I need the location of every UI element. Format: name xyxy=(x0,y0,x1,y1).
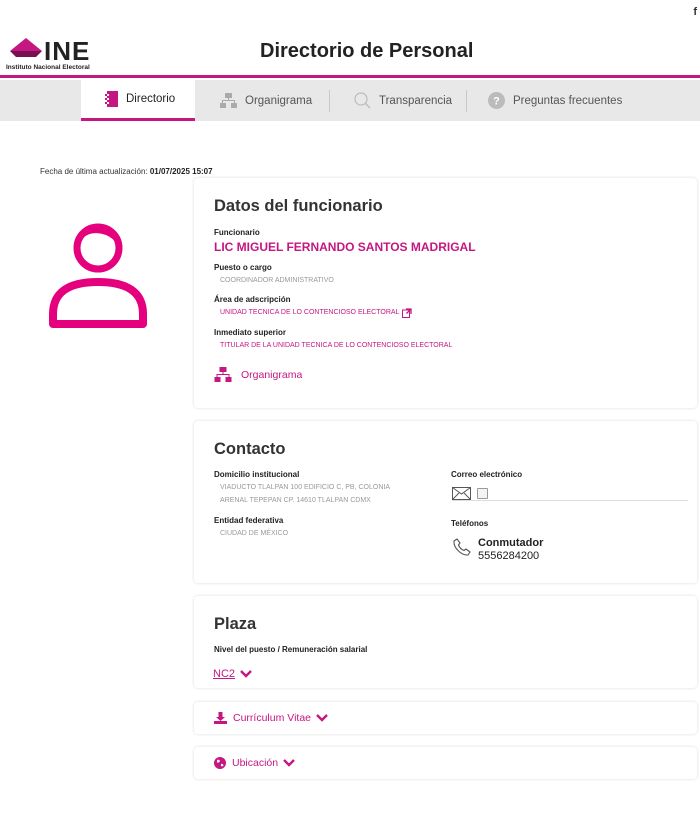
funcionario-label: Funcionario xyxy=(214,228,260,237)
curriculum-card: Currículum Vitae xyxy=(194,702,697,734)
entidad-label: Entidad federativa xyxy=(214,516,284,525)
puesto-value: COORDINADOR ADMINISTRATIVO xyxy=(220,277,334,284)
datos-funcionario-card: Datos del funcionario Funcionario LIC MI… xyxy=(194,178,697,408)
globe-icon xyxy=(214,757,226,769)
telefonos-label: Teléfonos xyxy=(451,519,489,528)
domicilio-block: Domicilio institucional VIADUCTO TLALPAN… xyxy=(214,470,390,506)
datos-title: Datos del funcionario xyxy=(214,197,383,215)
tab-directorio[interactable]: Directorio xyxy=(81,80,195,121)
superior-block: Inmediato superior TITULAR DE LA UNIDAD … xyxy=(214,328,452,351)
correo-row xyxy=(452,487,688,501)
tab-divider xyxy=(329,90,330,112)
tab-label: Transparencia xyxy=(379,94,453,107)
ubicacion-label: Ubicación xyxy=(232,757,279,769)
area-label: Área de adscripción xyxy=(214,295,291,304)
funcionario-name: LIC MIGUEL FERNANDO SANTOS MADRIGAL xyxy=(214,240,476,254)
plaza-card: Plaza Nivel del puesto / Remuneración sa… xyxy=(194,596,697,688)
question-icon: ? xyxy=(488,92,505,109)
directory-book-icon xyxy=(105,91,118,107)
tab-label: Directorio xyxy=(126,93,176,105)
area-link[interactable]: UNIDAD TECNICA DE LO CONTENCIOSO ELECTOR… xyxy=(220,307,413,318)
svg-text:?: ? xyxy=(493,96,500,108)
logo-subtitle: Instituto Nacional Electoral xyxy=(6,64,90,71)
last-update: Fecha de última actualización: 01/07/202… xyxy=(40,167,213,176)
superior-value[interactable]: TITULAR DE LA UNIDAD TECNICA DE LO CONTE… xyxy=(220,340,452,351)
conmutador-number[interactable]: 5556284200 xyxy=(478,550,539,562)
correo-label: Correo electrónico xyxy=(451,470,523,479)
puesto-block: Puesto o cargo COORDINADOR ADMINISTRATIV… xyxy=(214,263,334,286)
domicilio-line-1: VIADUCTO TLALPAN 100 EDIFICIO C, PB, COL… xyxy=(220,484,390,491)
facebook-icon[interactable]: f xyxy=(693,6,697,18)
tab-preguntas[interactable]: ? Preguntas frecuentes xyxy=(488,80,622,121)
tab-label: Preguntas frecuentes xyxy=(513,94,623,107)
conmutador-label: Conmutador xyxy=(478,537,544,549)
ubicacion-card: Ubicación xyxy=(194,747,697,779)
puesto-label: Puesto o cargo xyxy=(214,263,272,272)
superior-label: Inmediato superior xyxy=(214,328,287,337)
ubicacion-toggle[interactable]: Ubicación xyxy=(214,757,295,769)
search-icon xyxy=(354,92,371,109)
plaza-title: Plaza xyxy=(214,615,257,633)
ine-logo-diamond-icon xyxy=(10,38,42,57)
org-chart-icon xyxy=(220,93,237,108)
avatar xyxy=(48,220,148,335)
logo-text: INE xyxy=(44,36,91,66)
chevron-down-icon xyxy=(240,670,252,678)
envelope-icon xyxy=(452,487,471,500)
broken-image-icon[interactable] xyxy=(477,488,488,499)
top-bar: f xyxy=(0,0,700,26)
last-update-value: 01/07/2025 15:07 xyxy=(149,167,213,176)
domicilio-label: Domicilio institucional xyxy=(214,470,300,479)
tab-divider xyxy=(466,90,467,112)
curriculum-label: Currículum Vitae xyxy=(233,712,312,724)
tab-label: Organigrama xyxy=(245,94,313,107)
main-nav: Directorio Organigrama Transparencia ? P… xyxy=(0,80,700,121)
tab-transparencia[interactable]: Transparencia xyxy=(354,80,452,121)
download-icon xyxy=(214,712,227,724)
entidad-block: Entidad federativa CIUDAD DE MÉXICO xyxy=(214,516,288,539)
external-link-icon xyxy=(402,307,413,318)
curriculum-toggle[interactable]: Currículum Vitae xyxy=(214,712,328,724)
domicilio-line-2: ARENAL TEPEPAN CP. 14610 TLALPAN CDMX xyxy=(220,497,371,504)
page-title: Directorio de Personal xyxy=(260,40,474,62)
organigrama-link[interactable]: Organigrama xyxy=(214,367,302,382)
ine-logo[interactable]: INE Instituto Nacional Electoral xyxy=(6,37,116,71)
nivel-value: NC2 xyxy=(213,668,236,680)
org-chart-icon xyxy=(214,367,232,382)
phone-icon xyxy=(453,538,471,556)
tab-organigrama[interactable]: Organigrama xyxy=(220,80,312,121)
organigrama-label: Organigrama xyxy=(241,368,303,381)
area-block: Área de adscripción UNIDAD TECNICA DE LO… xyxy=(214,295,413,318)
nivel-label: Nivel del puesto / Remuneración salarial xyxy=(214,645,368,654)
chevron-down-icon xyxy=(316,714,328,722)
nivel-toggle[interactable]: NC2 xyxy=(213,668,252,680)
last-update-label: Fecha de última actualización: xyxy=(40,167,148,176)
chevron-down-icon xyxy=(283,759,295,767)
entidad-value: CIUDAD DE MÉXICO xyxy=(220,530,289,537)
contacto-title: Contacto xyxy=(214,440,286,458)
area-value: UNIDAD TECNICA DE LO CONTENCIOSO ELECTOR… xyxy=(220,309,400,316)
site-header: INE Instituto Nacional Electoral Directo… xyxy=(0,26,700,78)
contacto-card: Contacto Domicilio institucional VIADUCT… xyxy=(194,421,697,583)
user-avatar-icon xyxy=(49,223,147,328)
